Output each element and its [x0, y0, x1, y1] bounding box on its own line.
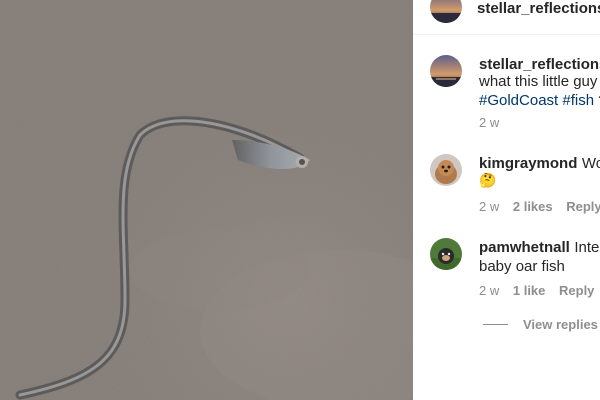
comment-1-time: 2 w	[479, 199, 500, 214]
comment-2-meta: 2 w 1 like Reply	[479, 283, 594, 298]
comment-2-text-line2: baby oar fish	[479, 258, 565, 275]
author-avatar[interactable]	[430, 0, 462, 23]
comment-1-reply-button[interactable]: Reply	[566, 199, 600, 214]
sunset-avatar-icon	[430, 55, 462, 87]
view-replies-divider	[483, 324, 508, 325]
comments-panel: stellar_reflections stellar_reflections …	[413, 0, 600, 400]
caption-time: 2 w	[479, 115, 500, 130]
sunset-avatar-icon	[430, 0, 462, 23]
dog-grass-avatar-icon	[430, 238, 462, 270]
view-replies-button[interactable]: View replies (1)	[523, 317, 600, 332]
comment-2-username[interactable]: pamwhetnall	[479, 239, 570, 256]
caption-text: what this little guy	[479, 73, 598, 90]
comment-1-emoji: 🤔	[479, 172, 497, 188]
comment-1-likes[interactable]: 2 likes	[513, 199, 553, 214]
post-image[interactable]	[0, 0, 413, 400]
kim-avatar[interactable]	[430, 154, 462, 186]
caption-username[interactable]: stellar_reflections	[479, 56, 600, 73]
dog-avatar-icon	[430, 154, 462, 186]
comment-2-text: Interesting	[574, 239, 600, 256]
comment-1-username[interactable]: kimgraymond	[479, 155, 577, 172]
hashtag-fish[interactable]: #fish	[562, 92, 594, 109]
comment-1-line: kimgraymond Wow	[479, 155, 600, 173]
post-author-username[interactable]: stellar_reflections	[477, 0, 600, 17]
post-header: stellar_reflections	[413, 0, 600, 35]
caption-hashtags-line: #GoldCoast #fish ?	[479, 92, 600, 109]
comment-2-time: 2 w	[479, 283, 500, 298]
comment-2-line: pamwhetnall Interesting	[479, 239, 600, 257]
caption-avatar[interactable]	[430, 55, 462, 87]
pam-avatar[interactable]	[430, 238, 462, 270]
comment-1-meta: 2 w 2 likes Reply	[479, 199, 600, 214]
fish-on-sand-image	[0, 0, 413, 400]
hashtag-goldcoast[interactable]: #GoldCoast	[479, 92, 558, 109]
comment-2-likes[interactable]: 1 like	[513, 283, 546, 298]
comment-1-text: Wow	[581, 155, 600, 172]
comment-2-reply-button[interactable]: Reply	[559, 283, 594, 298]
